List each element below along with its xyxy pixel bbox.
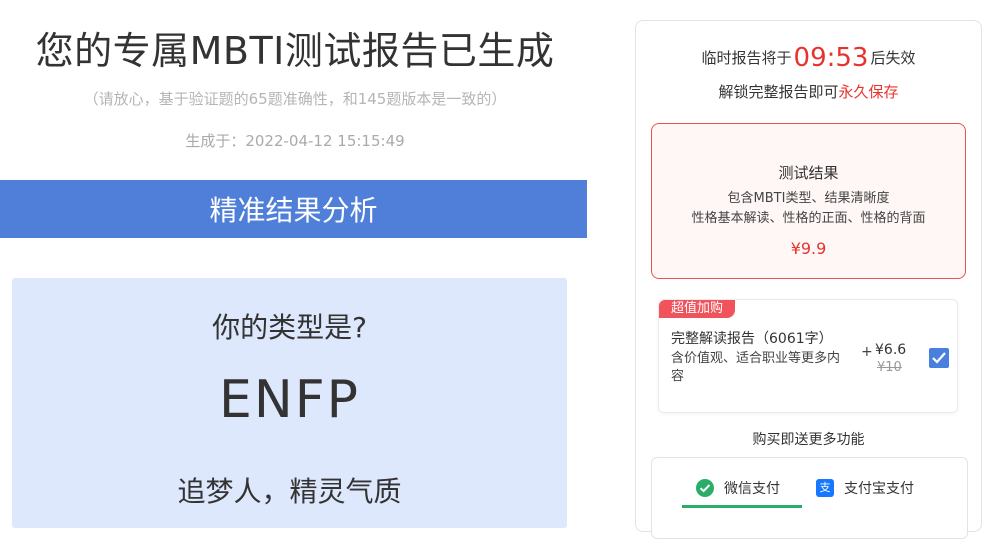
- save-highlight: 永久保存: [838, 83, 899, 101]
- tab-wechat-pay[interactable]: 微信支付: [696, 478, 780, 498]
- payment-tabs: 微信支付 支 支付宝支付: [651, 457, 968, 539]
- addon-price: ¥6.6: [875, 342, 907, 358]
- product-desc-line1: 包含MBTI类型、结果清晰度: [727, 191, 890, 206]
- purchase-panel: 临时报告将于09:53 后失效 解锁完整报告即可永久保存 测试结果 包含MBTI类…: [635, 20, 982, 539]
- result-card: 你的类型是? ENFP 追梦人，精灵气质: [12, 278, 567, 528]
- section-banner: 精准结果分析: [0, 180, 587, 238]
- alipay-label: 支付宝支付: [844, 481, 914, 497]
- result-type: ENFP: [218, 370, 361, 430]
- product-desc-line2: 性格基本解读、性格的正面、性格的背面: [691, 211, 926, 226]
- wechat-icon: [696, 479, 714, 497]
- addon-card[interactable]: 超值加购 完整解读报告（6061字） 含价值观、适合职业等更多内容 + ¥6.6…: [658, 299, 958, 413]
- active-tab-underline: [682, 505, 802, 508]
- save-prefix: 解锁完整报告即可: [718, 83, 839, 101]
- page-subtitle: （请放心，基于验证题的65题准确性，和145题版本是一致的）: [83, 90, 507, 108]
- save-notice: 解锁完整报告即可永久保存: [636, 81, 981, 102]
- alipay-icon: 支: [816, 479, 834, 497]
- report-main: 您的专属MBTI测试报告已生成 （请放心，基于验证题的65题准确性，和145题版…: [0, 0, 590, 528]
- product-price: ¥9.9: [790, 239, 827, 258]
- product-title: 测试结果: [778, 164, 839, 182]
- product-card-result[interactable]: 测试结果 包含MBTI类型、结果清晰度 性格基本解读、性格的正面、性格的背面 ¥…: [651, 123, 966, 279]
- page-title: 您的专属MBTI测试报告已生成: [35, 29, 555, 73]
- result-question: 你的类型是?: [212, 311, 367, 344]
- generated-time: 生成于：2022-04-12 15:15:49: [185, 132, 405, 150]
- addon-title: 完整解读报告（6061字）: [671, 331, 833, 347]
- addon-plus: +: [861, 344, 873, 360]
- expiry-notice: 临时报告将于09:53 后失效: [636, 43, 981, 73]
- result-name: 追梦人，精灵气质: [177, 475, 402, 508]
- expiry-prefix: 临时报告将于: [701, 49, 792, 67]
- bonus-notice: 购买即送更多功能: [752, 432, 865, 448]
- addon-badge: 超值加购: [659, 300, 736, 318]
- tab-alipay[interactable]: 支 支付宝支付: [816, 478, 914, 498]
- countdown-timer: 09:53: [793, 43, 869, 73]
- wechat-pay-label: 微信支付: [724, 481, 780, 497]
- check-icon: [932, 352, 946, 364]
- addon-desc: 含价值观、适合职业等更多内容: [671, 351, 841, 384]
- addon-old-price: ¥10: [877, 360, 902, 375]
- addon-checkbox[interactable]: [929, 348, 949, 368]
- expiry-suffix: 后失效: [870, 49, 916, 67]
